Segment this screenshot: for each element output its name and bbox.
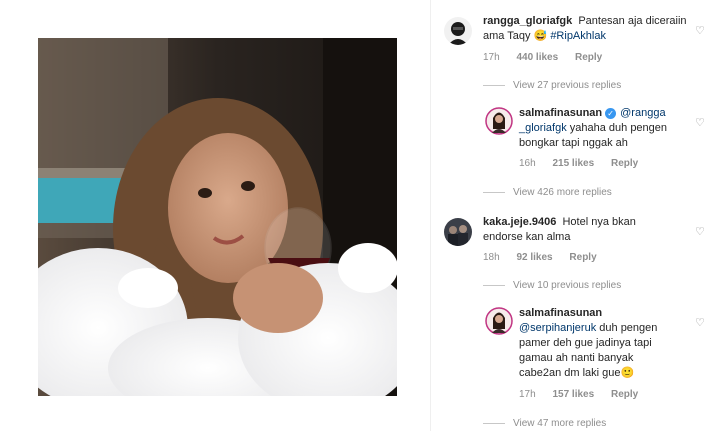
comment-body: duh pengen <box>599 322 658 334</box>
comment-body: yahaha duh pengen <box>569 122 668 134</box>
avatar[interactable] <box>444 218 472 246</box>
comment-likes[interactable]: 440 likes <box>516 52 558 63</box>
comment-time[interactable]: 18h <box>483 252 500 263</box>
comment-username[interactable]: kaka.jeje.9406 <box>483 216 556 228</box>
comment-meta: 17h 440 likes Reply <box>483 52 616 63</box>
comment-body-cont: pamer deh gue jadinya tapi <box>519 337 652 349</box>
comment-time[interactable]: 16h <box>519 158 536 169</box>
comment-username[interactable]: salmafinasunan <box>519 107 602 119</box>
avatar[interactable] <box>444 17 472 45</box>
view-replies-button[interactable]: View 426 more replies <box>483 187 612 198</box>
comment-text: rangga_gloriafgk Pantesan aja diceraiin … <box>483 14 693 44</box>
reply-button[interactable]: Reply <box>611 389 638 400</box>
comment-text: salmafinasunan @serpihanjeruk duh pengen… <box>519 306 709 381</box>
comment-body-cont: bongkar tapi nggak ah <box>519 137 628 149</box>
comment-username[interactable]: salmafinasunan <box>519 307 602 319</box>
comment-body: Hotel nya bkan <box>562 216 636 228</box>
heart-outline-icon[interactable]: ♡ <box>695 318 705 329</box>
comment-likes[interactable]: 157 likes <box>552 389 594 400</box>
comment-mention[interactable]: @serpihanjeruk <box>519 322 596 334</box>
comment-text: kaka.jeje.9406 Hotel nya bkan endorse ka… <box>483 215 693 245</box>
comments-panel: rangga_gloriafgk Pantesan aja diceraiin … <box>430 0 720 431</box>
comment-time[interactable]: 17h <box>483 52 500 63</box>
view-replies-button[interactable]: View 27 previous replies <box>483 80 621 91</box>
comment-time[interactable]: 17h <box>519 389 536 400</box>
post-photo <box>38 38 397 396</box>
comment-meta: 17h 157 likes Reply <box>519 389 652 400</box>
comment-username[interactable]: rangga_gloriafgk <box>483 15 572 27</box>
heart-outline-icon[interactable]: ♡ <box>695 118 705 129</box>
heart-outline-icon[interactable]: ♡ <box>695 26 705 37</box>
comment-hashtag[interactable]: #RipAkhlak <box>550 30 606 42</box>
comment-text: salmafinasunan ✓ @rangga _gloriafgk yahaha… <box>519 106 709 151</box>
comment-body-cont: cabe2an dm laki gue🙂 <box>519 367 635 379</box>
comment-likes[interactable]: 215 likes <box>552 158 594 169</box>
comment-meta: 18h 92 likes Reply <box>483 252 611 263</box>
reply-button[interactable]: Reply <box>569 252 596 263</box>
comment-mention-cont[interactable]: _gloriafgk <box>519 122 567 134</box>
comment-body-cont: gamau ah nanti banyak <box>519 352 634 364</box>
avatar[interactable] <box>485 107 513 135</box>
view-replies-button[interactable]: View 47 more replies <box>483 418 606 429</box>
comment-likes[interactable]: 92 likes <box>516 252 552 263</box>
reply-button[interactable]: Reply <box>611 158 638 169</box>
avatar[interactable] <box>485 307 513 335</box>
heart-outline-icon[interactable]: ♡ <box>695 227 705 238</box>
comment-mention[interactable]: @rangga <box>620 107 665 119</box>
view-replies-button[interactable]: View 10 previous replies <box>483 280 621 291</box>
comment-meta: 16h 215 likes Reply <box>519 158 652 169</box>
reply-button[interactable]: Reply <box>575 52 602 63</box>
comment-body-cont: endorse kan alma <box>483 231 571 243</box>
verified-badge-icon: ✓ <box>605 108 617 119</box>
